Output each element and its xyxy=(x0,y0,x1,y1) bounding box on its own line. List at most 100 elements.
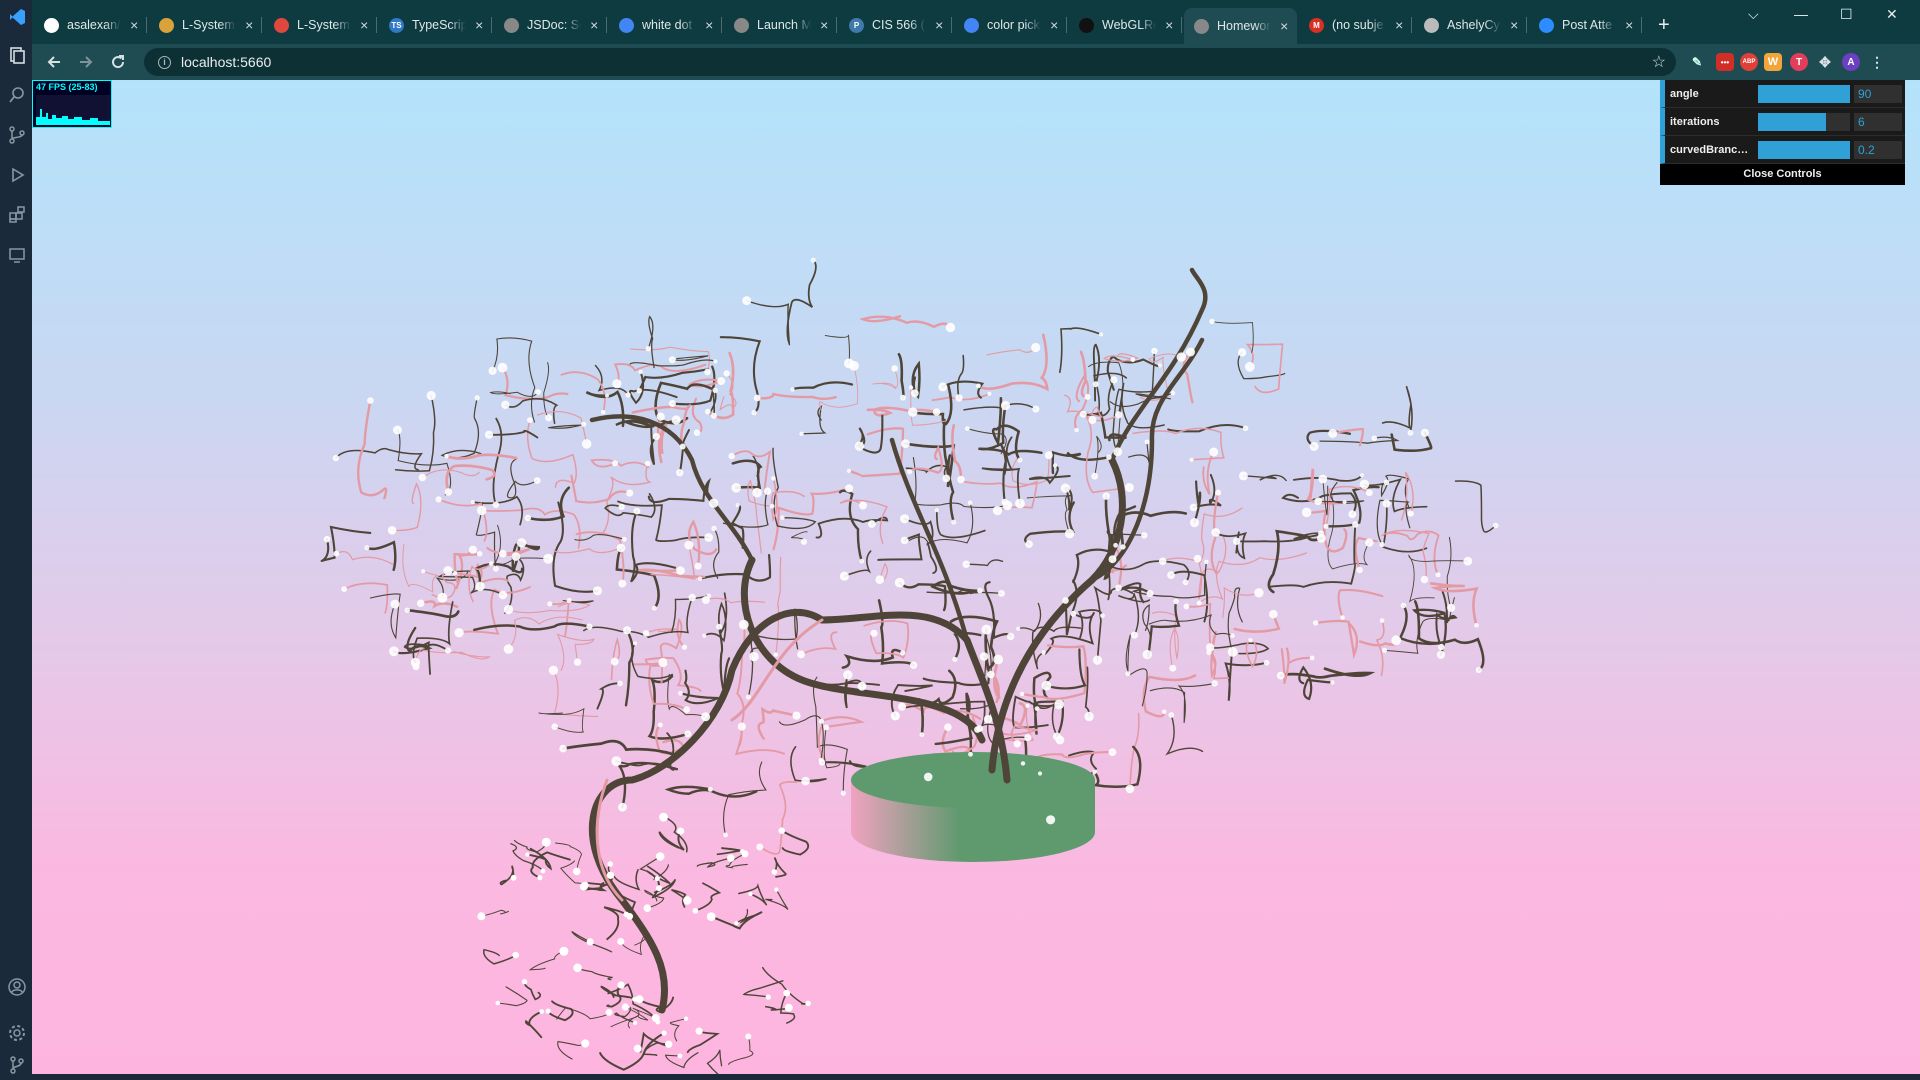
bookmark-star-icon[interactable]: ☆ xyxy=(1652,52,1666,72)
tab-close-icon[interactable]: × xyxy=(1392,17,1406,33)
run-debug-icon[interactable] xyxy=(6,164,28,186)
tab-close-icon[interactable]: × xyxy=(1047,17,1061,33)
blossom xyxy=(1227,647,1238,657)
remote-explorer-icon[interactable] xyxy=(6,244,28,266)
gui-value-input[interactable]: 0.2 xyxy=(1854,141,1902,159)
browser-tab[interactable]: JSDoc: Sc × xyxy=(494,10,607,40)
blossom xyxy=(533,477,541,484)
twig xyxy=(394,394,436,472)
tab-close-icon[interactable]: × xyxy=(357,17,371,33)
tab-title: Homewor xyxy=(1217,19,1271,33)
blossom xyxy=(453,571,458,576)
browser-tab[interactable]: P CIS 566 (× xyxy=(839,10,952,40)
blossom xyxy=(623,626,632,635)
twig xyxy=(819,365,859,412)
tab-close-icon[interactable]: × xyxy=(127,17,141,33)
reload-button[interactable] xyxy=(106,50,130,74)
blossom xyxy=(748,891,753,897)
tab-close-icon[interactable]: × xyxy=(1507,17,1521,33)
tab-close-icon[interactable]: × xyxy=(702,17,716,33)
tab-close-icon[interactable]: × xyxy=(587,17,601,33)
tab-close-icon[interactable]: × xyxy=(817,17,831,33)
stats-panel[interactable]: 47 FPS (25-83) xyxy=(32,80,112,128)
twig xyxy=(841,648,904,669)
maximize-button[interactable]: ☐ xyxy=(1840,6,1853,23)
blossom xyxy=(607,861,613,867)
l-system-tree-scene[interactable] xyxy=(32,80,1920,1074)
twig xyxy=(1292,474,1363,482)
blossom xyxy=(910,389,919,398)
gui-value-input[interactable]: 90 xyxy=(1854,85,1902,103)
tab-close-icon[interactable]: × xyxy=(1162,17,1176,33)
t-extension-icon[interactable]: T xyxy=(1790,53,1808,71)
w-extension-icon[interactable]: W xyxy=(1764,53,1782,71)
browser-tab[interactable]: TS TypeScrip × xyxy=(379,10,492,40)
profile-avatar[interactable]: A xyxy=(1842,53,1860,71)
browser-tab[interactable]: Launch M × xyxy=(724,10,837,40)
tab-close-icon[interactable]: × xyxy=(1277,18,1291,34)
webgl-viewport[interactable]: 47 FPS (25-83) angle 90 iterations 6 curvedB… xyxy=(32,80,1920,1074)
fps-readout: 47 FPS (25-83) xyxy=(36,82,98,92)
blossom xyxy=(769,503,775,509)
close-controls-button[interactable]: Close Controls xyxy=(1660,164,1905,185)
browser-tab[interactable]: white dot × xyxy=(609,10,722,40)
twig xyxy=(480,507,581,549)
twig xyxy=(723,761,767,836)
blossom xyxy=(1230,633,1235,638)
new-tab-button[interactable]: + xyxy=(1658,14,1670,37)
account-icon[interactable] xyxy=(6,976,28,998)
extensions-puzzle-icon[interactable]: ✥ xyxy=(1816,53,1834,71)
minimize-button[interactable]: — xyxy=(1794,6,1808,22)
browser-tab[interactable]: WebGLRe × xyxy=(1069,10,1182,40)
blossom xyxy=(723,370,730,377)
source-control-icon[interactable] xyxy=(6,124,28,146)
browser-tab[interactable]: L-System × xyxy=(264,10,377,40)
pen-extension-icon[interactable]: ✎ xyxy=(1688,53,1706,71)
twig xyxy=(492,417,503,506)
adblock-extension-icon[interactable]: ABP xyxy=(1740,53,1758,71)
browser-tab[interactable]: Homewor × xyxy=(1184,8,1297,44)
browser-tab[interactable]: color pick × xyxy=(954,10,1067,40)
blossom xyxy=(894,577,905,588)
lastpass-extension-icon[interactable]: ••• xyxy=(1716,53,1734,71)
browser-tab[interactable]: Post Atte × xyxy=(1529,10,1642,40)
address-bar[interactable]: i localhost:5660 ☆ xyxy=(144,48,1676,76)
tab-close-icon[interactable]: × xyxy=(932,17,946,33)
gui-slider[interactable] xyxy=(1758,141,1850,159)
git-branch-icon[interactable] xyxy=(6,1056,28,1074)
settings-gear-icon[interactable] xyxy=(6,1022,28,1044)
search-icon[interactable] xyxy=(6,84,28,106)
browser-tab[interactable]: M (no subje × xyxy=(1299,10,1412,40)
blossom xyxy=(633,641,637,646)
close-window-button[interactable]: ✕ xyxy=(1886,6,1898,23)
tab-search-icon[interactable]: ⌵ xyxy=(1748,6,1759,23)
extensions-icon[interactable] xyxy=(6,204,28,226)
twig xyxy=(392,626,433,655)
blossom xyxy=(1204,559,1209,565)
blossom xyxy=(1130,357,1136,363)
forward-button[interactable] xyxy=(74,50,98,74)
back-button[interactable] xyxy=(42,50,66,74)
blossom xyxy=(1079,410,1087,418)
browser-tab[interactable]: L-System × xyxy=(149,10,262,40)
gui-slider[interactable] xyxy=(1758,113,1850,131)
gui-control-row: curvedBranchPr... 0.2 xyxy=(1660,136,1905,164)
gui-value-input[interactable]: 6 xyxy=(1854,113,1902,131)
tab-close-icon[interactable]: × xyxy=(242,17,256,33)
gui-slider[interactable] xyxy=(1758,85,1850,103)
site-info-icon[interactable]: i xyxy=(158,55,171,69)
tab-close-icon[interactable]: × xyxy=(472,17,486,33)
browser-tab[interactable]: AshelyCy × xyxy=(1414,10,1527,40)
explorer-icon[interactable] xyxy=(6,44,28,66)
twig xyxy=(1106,528,1145,536)
blossom xyxy=(1189,457,1194,462)
tab-close-icon[interactable]: × xyxy=(1622,17,1636,33)
blossom xyxy=(938,382,948,392)
twig xyxy=(977,333,1049,392)
twig xyxy=(543,362,550,419)
browser-tab[interactable]: asalexan/ × xyxy=(34,10,147,40)
chrome-menu-icon[interactable]: ⋮ xyxy=(1868,53,1886,71)
twig xyxy=(620,933,647,956)
blossom xyxy=(711,525,717,532)
blossom xyxy=(704,368,711,376)
